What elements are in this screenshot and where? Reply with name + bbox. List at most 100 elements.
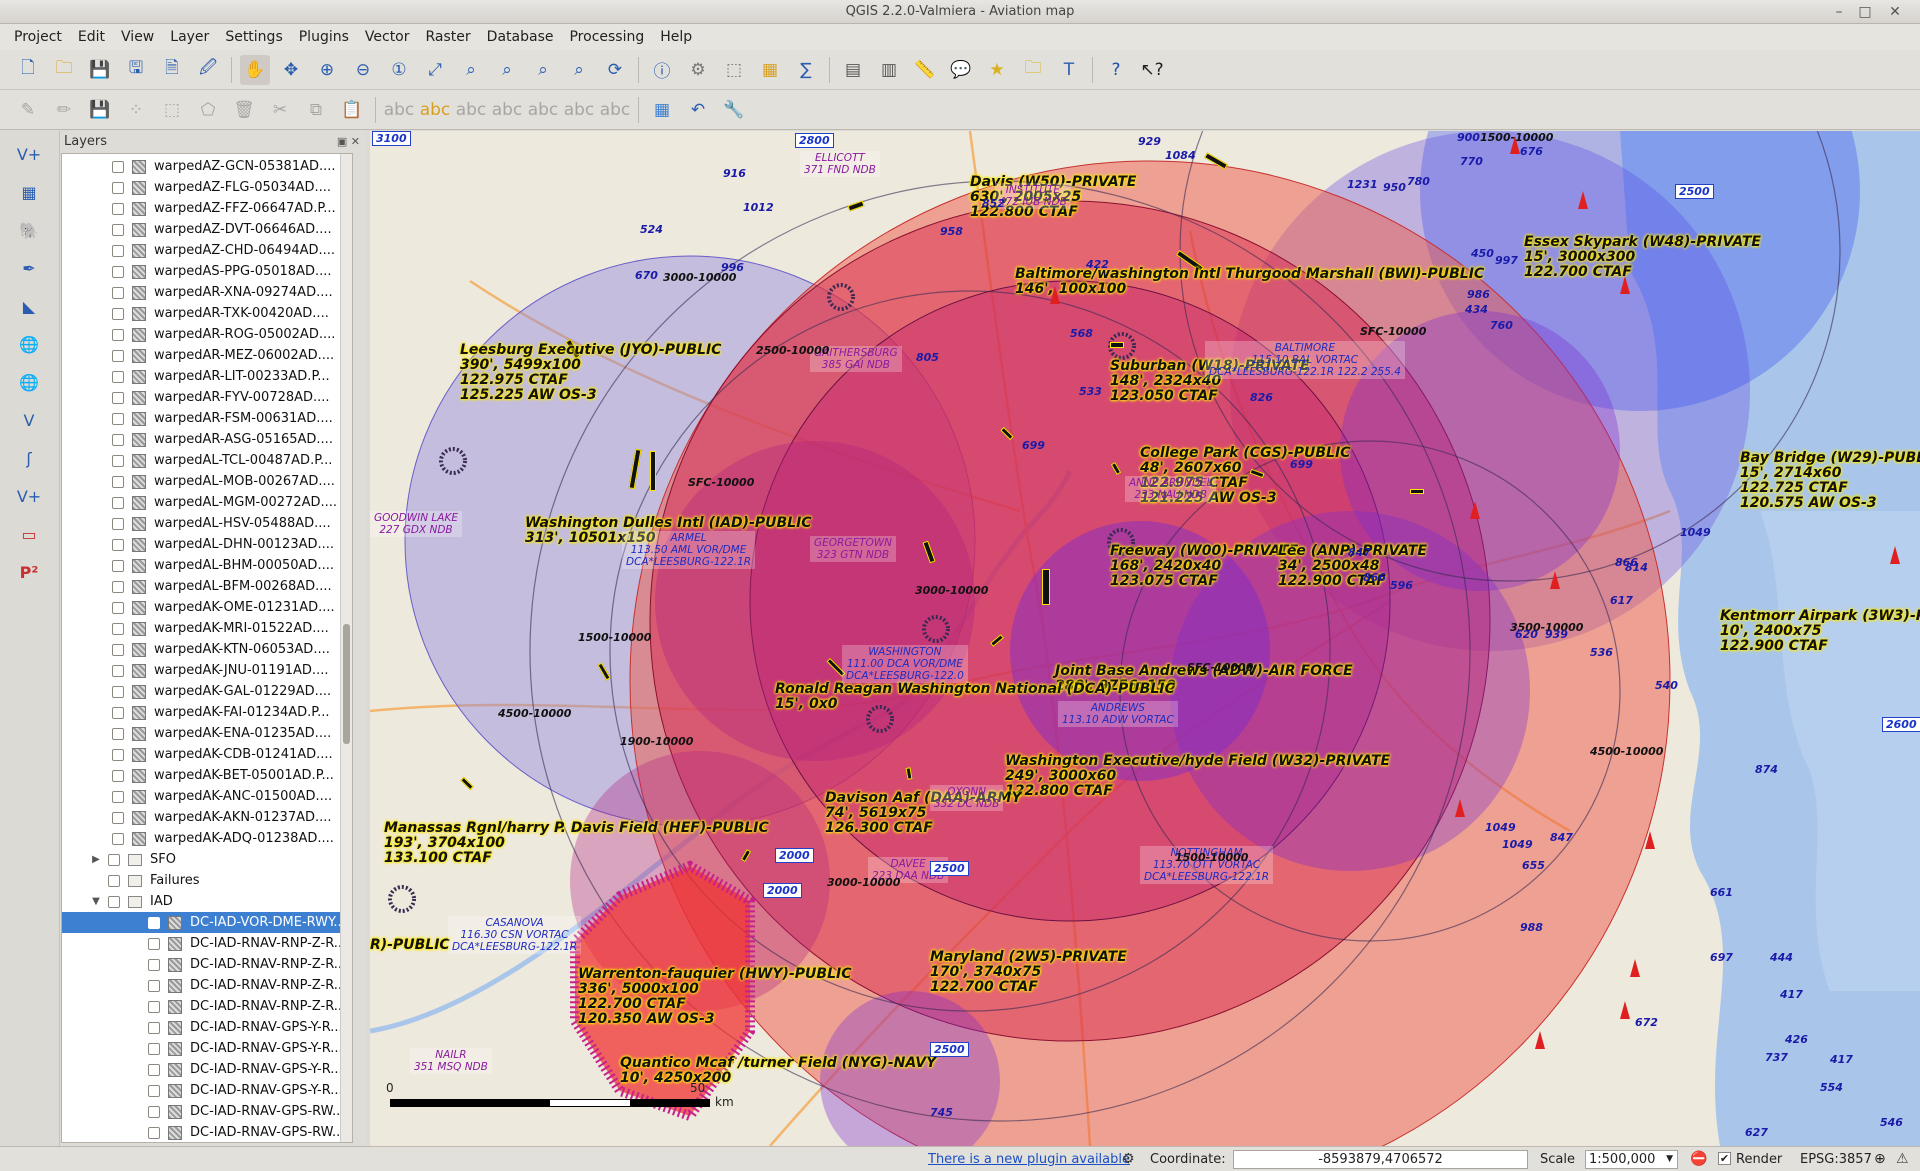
layer-item[interactable]: warpedAK-ENA-01235AD.... [112, 723, 352, 744]
menu-project[interactable]: Project [6, 29, 70, 45]
layer-item[interactable]: warpedAR-FYV-00728AD.... [112, 387, 352, 408]
layer-item[interactable]: warpedAK-ADQ-01238AD.... [112, 828, 352, 849]
node-tool-icon[interactable]: ⬠ [193, 95, 223, 125]
toggle-editing-icon[interactable]: ✏ [49, 95, 79, 125]
layer-checkbox[interactable] [112, 517, 124, 530]
layer-checkbox[interactable] [148, 1000, 160, 1013]
pin-labels-icon[interactable]: abc [456, 95, 487, 125]
layer-checkbox[interactable] [112, 601, 124, 614]
layer-checkbox[interactable] [112, 622, 124, 635]
layer-item[interactable]: warpedAR-ROG-05002AD.... [112, 324, 352, 345]
open-project-icon[interactable]: 🗀 [49, 55, 79, 85]
group-checkbox[interactable] [108, 853, 120, 866]
add-postgis-layer-icon[interactable]: 🐘 [14, 215, 44, 245]
iad-layer-item[interactable]: DC-IAD-RNAV-GPS-Y-R... [62, 1038, 352, 1059]
layer-checkbox[interactable] [112, 832, 124, 845]
layer-item[interactable]: warpedAR-XNA-09274AD.... [112, 282, 352, 303]
show-bookmarks-icon[interactable]: 🗀 [1018, 55, 1048, 85]
crs-status[interactable]: EPSG:3857 [1800, 1152, 1872, 1167]
layer-item[interactable]: warpedAR-MEZ-06002AD.... [112, 345, 352, 366]
render-checkbox[interactable]: ✔ [1718, 1152, 1731, 1165]
layer-checkbox[interactable] [148, 937, 160, 950]
layer-checkbox[interactable] [148, 979, 160, 992]
layer-checkbox[interactable] [148, 916, 160, 929]
change-label-icon[interactable]: abc [600, 95, 631, 125]
rotate-label-icon[interactable]: abc [564, 95, 595, 125]
layer-item[interactable]: warpedAL-BHM-00050AD.... [112, 555, 352, 576]
new-shapefile-icon[interactable]: V+ [14, 481, 44, 511]
layer-checkbox[interactable] [112, 286, 124, 299]
layer-checkbox[interactable] [112, 811, 124, 824]
layer-item[interactable]: warpedAL-TCL-00487AD.P... [112, 450, 352, 471]
layer-checkbox[interactable] [112, 454, 124, 467]
group-checkbox[interactable] [108, 895, 120, 908]
layer-checkbox[interactable] [112, 559, 124, 572]
menu-help[interactable]: Help [652, 29, 700, 45]
plugin-tool-icon[interactable]: 🔧 [719, 95, 749, 125]
zoom-out-icon[interactable]: ⊖ [348, 55, 378, 85]
select-features-icon[interactable]: ⬚ [719, 55, 749, 85]
layer-checkbox[interactable] [148, 1063, 160, 1076]
layer-item[interactable]: warpedAK-MRI-01522AD.... [112, 618, 352, 639]
zoom-full-icon[interactable]: ⤢ [420, 55, 450, 85]
deselect-all-icon[interactable]: ▦ [755, 55, 785, 85]
layer-checkbox[interactable] [148, 1042, 160, 1055]
add-vector-layer-icon[interactable]: V+ [14, 139, 44, 169]
expand-arrow-icon[interactable]: ▶ [90, 854, 102, 865]
composer-manager-icon[interactable]: 🖉 [193, 55, 223, 85]
field-calculator-icon[interactable]: ∑ [791, 55, 821, 85]
iad-layer-item[interactable]: DC-IAD-RNAV-RNP-Z-R... [62, 954, 352, 975]
zoom-in-icon[interactable]: ⊕ [312, 55, 342, 85]
layer-checkbox[interactable] [112, 580, 124, 593]
move-label-icon[interactable]: abc [528, 95, 559, 125]
iad-layer-item[interactable]: DC-IAD-RNAV-GPS-Y-R... [62, 1059, 352, 1080]
scrollbar-thumb[interactable] [343, 624, 350, 744]
minimize-button[interactable]: – [1828, 0, 1850, 24]
menu-database[interactable]: Database [479, 29, 562, 45]
layer-checkbox[interactable] [148, 1021, 160, 1034]
add-raster-layer-icon[interactable]: ▦ [14, 177, 44, 207]
undo-icon[interactable]: ↶ [683, 95, 713, 125]
layer-item[interactable]: warpedAR-LIT-00233AD.P... [112, 366, 352, 387]
plugin-p2-icon[interactable]: P² [14, 557, 44, 587]
layer-checkbox[interactable] [112, 685, 124, 698]
layer-item[interactable]: warpedAK-OME-01231AD.... [112, 597, 352, 618]
layer-checkbox[interactable] [112, 202, 124, 215]
messages-warning-icon[interactable]: ⚠ [1896, 1151, 1909, 1167]
menu-layer[interactable]: Layer [162, 29, 217, 45]
layer-checkbox[interactable] [112, 643, 124, 656]
layer-checkbox[interactable] [112, 538, 124, 551]
layer-checkbox[interactable] [112, 790, 124, 803]
zoom-native-icon[interactable]: ① [384, 55, 414, 85]
layer-checkbox[interactable] [112, 664, 124, 677]
layer-item[interactable]: warpedAZ-DVT-06646AD.... [112, 219, 352, 240]
pan-to-selection-icon[interactable]: ✥ [276, 55, 306, 85]
menu-processing[interactable]: Processing [561, 29, 652, 45]
move-feature-icon[interactable]: ⬚ [157, 95, 187, 125]
chevron-down-icon[interactable]: ▼ [1666, 1151, 1673, 1168]
layer-checkbox[interactable] [112, 412, 124, 425]
stop-render-icon[interactable]: ⛔ [1690, 1151, 1707, 1167]
layer-checkbox[interactable] [112, 370, 124, 383]
layer-group-iad[interactable]: ▼ IAD [90, 891, 352, 912]
new-bookmark-icon[interactable]: ★ [982, 55, 1012, 85]
add-feature-icon[interactable]: ⁘ [121, 95, 151, 125]
layer-checkbox[interactable] [112, 748, 124, 761]
layer-checkbox[interactable] [112, 433, 124, 446]
layer-checkbox[interactable] [112, 307, 124, 320]
add-wfs-layer-icon[interactable]: V [14, 405, 44, 435]
georeferencer-grid-icon[interactable]: ▦ [647, 95, 677, 125]
close-button[interactable]: ✕ [1884, 0, 1906, 24]
layer-item[interactable]: warpedAL-DHN-00123AD.... [112, 534, 352, 555]
zoom-to-layer-icon[interactable]: ⌕ [492, 55, 522, 85]
layer-checkbox[interactable] [112, 265, 124, 278]
help-contents-icon[interactable]: ? [1101, 55, 1131, 85]
collapse-arrow-icon[interactable]: ▼ [90, 896, 102, 907]
map-canvas[interactable]: Davis (W50)-PRIVATE 630', 2005x25 122.800 … [370, 131, 1920, 1146]
layer-checkbox[interactable] [112, 181, 124, 194]
layer-item[interactable]: warpedAL-HSV-05488AD.... [112, 513, 352, 534]
attribute-table-icon[interactable]: ▤ [838, 55, 868, 85]
layer-group-failures[interactable]: Failures [90, 870, 352, 891]
iad-layer-item[interactable]: DC-IAD-RNAV-RNP-Z-R... [62, 996, 352, 1017]
delete-selected-icon[interactable]: 🗑 [229, 95, 259, 125]
